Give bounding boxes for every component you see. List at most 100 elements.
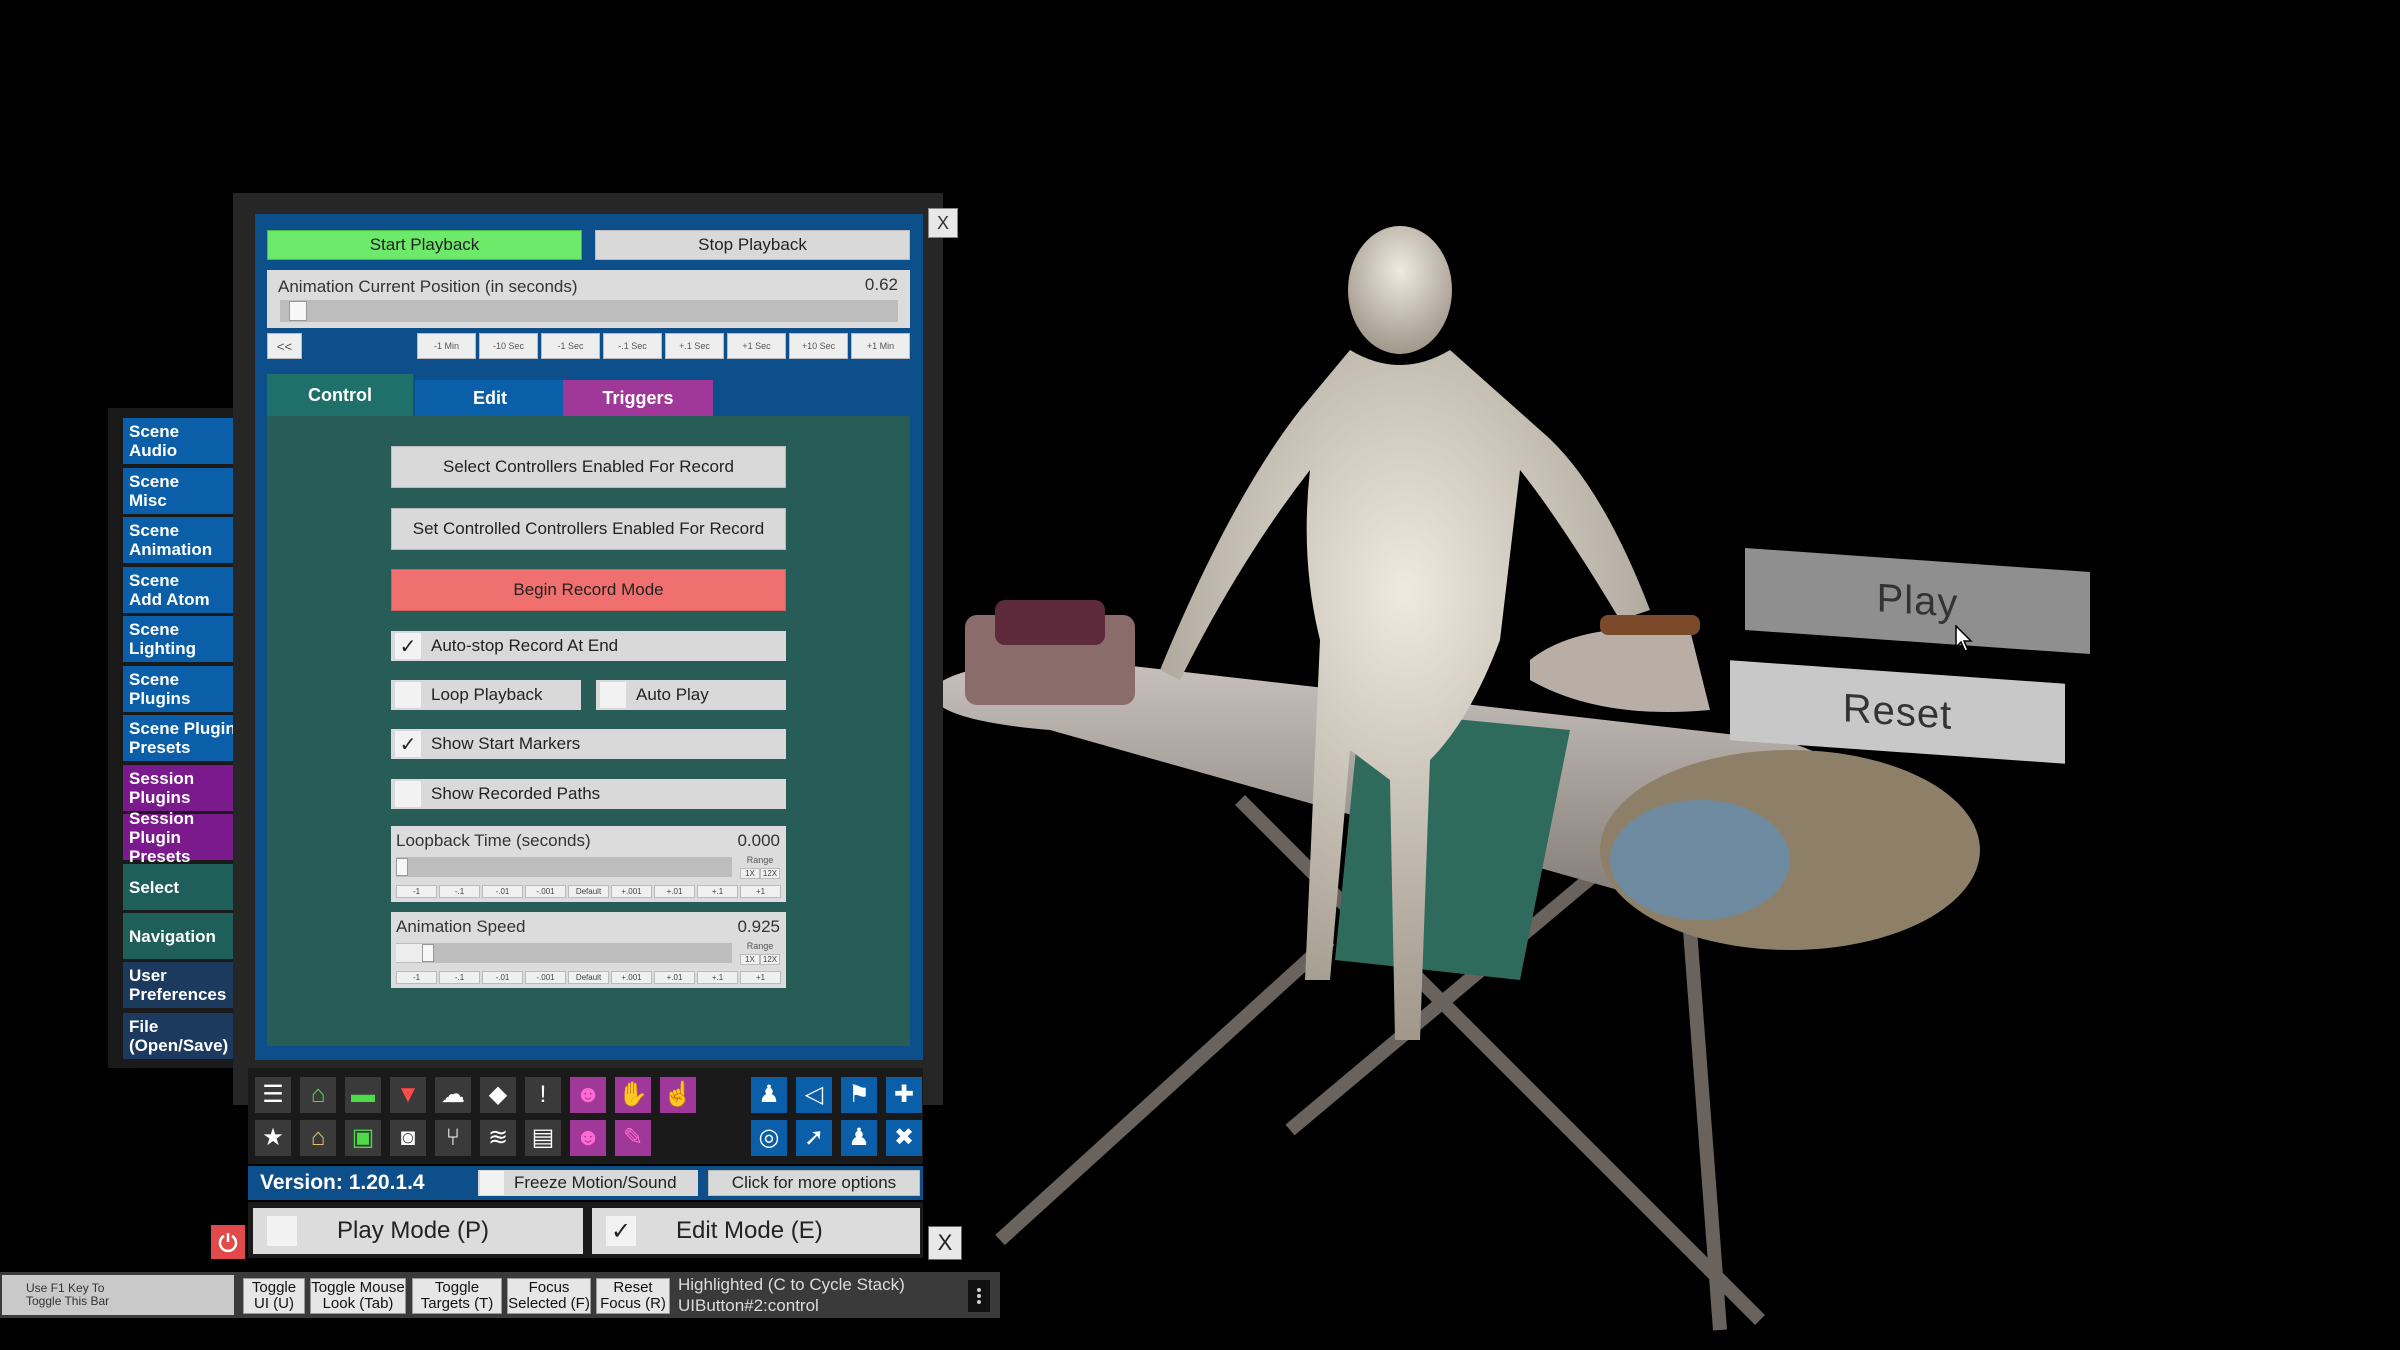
show-recorded-paths-toggle[interactable]: Show Recorded Paths bbox=[391, 779, 786, 809]
category-scene-lighting[interactable]: Scene Lighting bbox=[123, 616, 244, 662]
loopback-step-button[interactable]: -.001 bbox=[525, 885, 566, 898]
freeze-motion-checkbox[interactable] bbox=[480, 1171, 504, 1195]
start-playback-button[interactable]: Start Playback bbox=[267, 230, 582, 260]
toolbar-button[interactable]: ✚ bbox=[886, 1077, 922, 1113]
loopback-handle[interactable] bbox=[396, 858, 408, 876]
speed-step-button[interactable]: Default bbox=[568, 971, 609, 984]
tab-triggers[interactable]: Triggers bbox=[563, 380, 713, 416]
speed-track[interactable] bbox=[396, 943, 732, 963]
category-file-open-save[interactable]: File (Open/Save) bbox=[123, 1013, 244, 1059]
bottom-bar-more-handle[interactable] bbox=[968, 1280, 990, 1312]
toolbar-button[interactable]: ▤ bbox=[525, 1120, 561, 1156]
panel-close-button[interactable]: X bbox=[928, 208, 958, 238]
speed-step-button[interactable]: +.001 bbox=[611, 971, 652, 984]
toolbar-button[interactable]: ★ bbox=[255, 1120, 291, 1156]
speed-step-button[interactable]: -1 bbox=[396, 971, 437, 984]
bottom-bar-button[interactable]: Toggle UI (U) bbox=[243, 1278, 305, 1314]
toolbar-button[interactable]: ⌂ bbox=[300, 1077, 336, 1113]
edit-mode-checkbox[interactable]: ✓ bbox=[606, 1216, 636, 1246]
auto-stop-toggle[interactable]: ✓ Auto-stop Record At End bbox=[391, 631, 786, 661]
loopback-track[interactable] bbox=[396, 857, 732, 877]
category-scene-add-atom[interactable]: Scene Add Atom bbox=[123, 567, 244, 613]
select-controllers-button[interactable]: Select Controllers Enabled For Record bbox=[391, 446, 786, 488]
toolbar-button[interactable]: ♟ bbox=[841, 1120, 877, 1156]
speed-handle[interactable] bbox=[421, 944, 434, 962]
toolbar-button[interactable]: ▼ bbox=[390, 1077, 426, 1113]
step-button[interactable]: -.1 Sec bbox=[603, 333, 662, 359]
step-button[interactable]: +.1 Sec bbox=[665, 333, 724, 359]
power-button[interactable] bbox=[211, 1225, 245, 1259]
speed-range-1x-button[interactable]: 1X bbox=[740, 954, 760, 965]
toolbar-button[interactable]: ◆ bbox=[480, 1077, 516, 1113]
speed-step-button[interactable]: -.001 bbox=[525, 971, 566, 984]
toolbar-button[interactable]: ♟ bbox=[751, 1077, 787, 1113]
show-start-markers-checkbox[interactable]: ✓ bbox=[395, 731, 421, 757]
toolbar-button[interactable]: ➚ bbox=[796, 1120, 832, 1156]
category-scene-misc[interactable]: Scene Misc bbox=[123, 468, 244, 514]
tab-control[interactable]: Control bbox=[267, 374, 413, 416]
loopback-range-1x-button[interactable]: 1X bbox=[740, 868, 760, 879]
bottom-bar-button[interactable]: Reset Focus (R) bbox=[596, 1278, 670, 1314]
show-start-markers-toggle[interactable]: ✓ Show Start Markers bbox=[391, 729, 786, 759]
bottom-bar-button[interactable]: Toggle Mouse Look (Tab) bbox=[310, 1278, 406, 1314]
auto-stop-checkbox[interactable]: ✓ bbox=[395, 633, 421, 659]
show-recorded-paths-checkbox[interactable] bbox=[395, 781, 421, 807]
category-navigation[interactable]: Navigation bbox=[123, 913, 244, 959]
toolbar-button[interactable]: ☻ bbox=[570, 1120, 606, 1156]
category-scene-plugin-presets[interactable]: Scene Plugin Presets bbox=[123, 715, 244, 761]
auto-play-checkbox[interactable] bbox=[600, 682, 626, 708]
toolbar-button[interactable]: ▬ bbox=[345, 1077, 381, 1113]
loopback-step-button[interactable]: -1 bbox=[396, 885, 437, 898]
speed-step-button[interactable]: +1 bbox=[740, 971, 781, 984]
toolbar-button[interactable]: ✖ bbox=[886, 1120, 922, 1156]
animation-position-track[interactable] bbox=[280, 300, 898, 322]
category-user-preferences[interactable]: User Preferences bbox=[123, 962, 244, 1008]
animation-position-handle[interactable] bbox=[288, 301, 307, 321]
speed-range-12x-button[interactable]: 12X bbox=[760, 954, 780, 965]
tab-edit[interactable]: Edit bbox=[415, 380, 565, 416]
toolbar-button[interactable]: ☰ bbox=[255, 1077, 291, 1113]
rewind-button[interactable]: << bbox=[267, 333, 302, 359]
step-button[interactable]: +10 Sec bbox=[789, 333, 848, 359]
step-button[interactable]: -1 Min bbox=[417, 333, 476, 359]
step-button[interactable]: -1 Sec bbox=[541, 333, 600, 359]
category-session-plugins[interactable]: Session Plugins bbox=[123, 765, 244, 811]
toolbar-button[interactable]: ▣ bbox=[345, 1120, 381, 1156]
toolbar-button[interactable]: ≋ bbox=[480, 1120, 516, 1156]
edit-mode-toggle[interactable]: ✓ Edit Mode (E) bbox=[592, 1208, 920, 1254]
category-scene-plugins[interactable]: Scene Plugins bbox=[123, 666, 244, 712]
category-scene-audio[interactable]: Scene Audio bbox=[123, 418, 244, 464]
stop-playback-button[interactable]: Stop Playback bbox=[595, 230, 910, 260]
set-controllers-button[interactable]: Set Controlled Controllers Enabled For R… bbox=[391, 508, 786, 550]
speed-step-button[interactable]: -.01 bbox=[482, 971, 523, 984]
category-session-plugin-presets[interactable]: Session Plugin Presets bbox=[123, 809, 244, 866]
bottom-bar-button[interactable]: Focus Selected (F) bbox=[507, 1278, 591, 1314]
auto-play-toggle[interactable]: Auto Play bbox=[596, 680, 786, 710]
toolbar-button[interactable]: ⚑ bbox=[841, 1077, 877, 1113]
toolbar-button[interactable]: ☁ bbox=[435, 1077, 471, 1113]
toolbar-button[interactable]: ⑂ bbox=[435, 1120, 471, 1156]
step-button[interactable]: +1 Sec bbox=[727, 333, 786, 359]
toolbar-button[interactable]: ◁ bbox=[796, 1077, 832, 1113]
loop-playback-checkbox[interactable] bbox=[395, 682, 421, 708]
loopback-step-button[interactable]: +.01 bbox=[654, 885, 695, 898]
category-select[interactable]: Select bbox=[123, 864, 244, 910]
more-options-button[interactable]: Click for more options bbox=[708, 1170, 920, 1196]
loopback-step-button[interactable]: -.1 bbox=[439, 885, 480, 898]
toolbar-button[interactable]: ⌂ bbox=[300, 1120, 336, 1156]
speed-step-button[interactable]: -.1 bbox=[439, 971, 480, 984]
freeze-motion-toggle[interactable]: Freeze Motion/Sound bbox=[478, 1170, 698, 1196]
toolbar-button[interactable]: ☝ bbox=[660, 1077, 696, 1113]
step-button[interactable]: +1 Min bbox=[851, 333, 910, 359]
loopback-step-button[interactable]: +1 bbox=[740, 885, 781, 898]
loop-playback-toggle[interactable]: Loop Playback bbox=[391, 680, 581, 710]
loopback-step-button[interactable]: +.1 bbox=[697, 885, 738, 898]
category-scene-animation[interactable]: Scene Animation bbox=[123, 517, 244, 563]
loopback-step-button[interactable]: -.01 bbox=[482, 885, 523, 898]
loopback-step-button[interactable]: +.001 bbox=[611, 885, 652, 898]
step-button[interactable]: -10 Sec bbox=[479, 333, 538, 359]
toolbar-button[interactable]: ◎ bbox=[751, 1120, 787, 1156]
speed-step-button[interactable]: +.1 bbox=[697, 971, 738, 984]
toolbar-button[interactable]: ☻ bbox=[570, 1077, 606, 1113]
loopback-range-12x-button[interactable]: 12X bbox=[760, 868, 780, 879]
